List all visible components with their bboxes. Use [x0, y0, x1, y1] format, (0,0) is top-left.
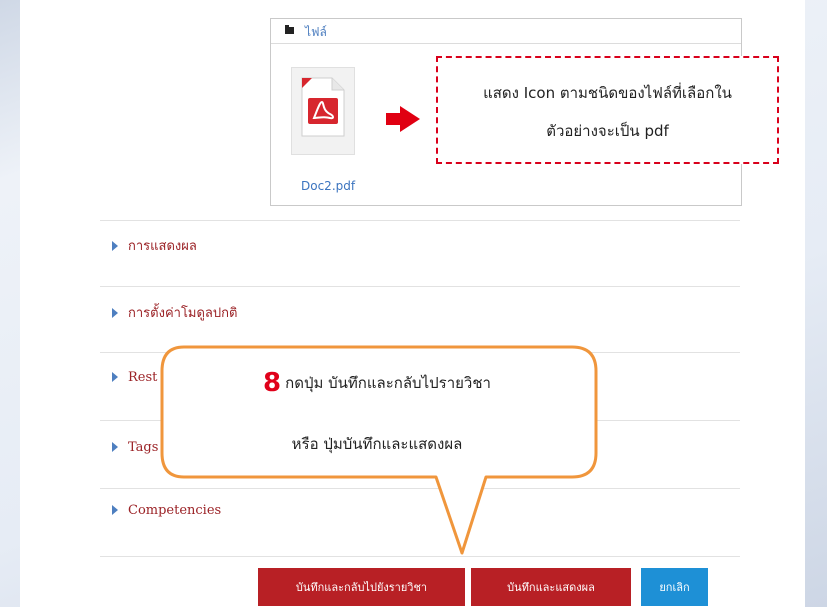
files-header-label[interactable]: ไฟล์ [305, 23, 327, 42]
annotation-line-1: แสดง Icon ตามชนิดของไฟล์ที่เลือกใน [483, 84, 732, 102]
divider [100, 220, 740, 221]
chevron-right-icon [112, 240, 118, 251]
save-and-return-button[interactable]: บันทึกและกลับไปยังรายวิชา [258, 568, 465, 606]
files-header: ไฟล์ [271, 19, 741, 44]
callout-line-1: 8 กดปุ่ม บันทึกและกลับไปรายวิชา [164, 368, 590, 398]
arrow-right-icon [386, 106, 420, 132]
chevron-right-icon [112, 441, 118, 452]
divider [100, 286, 740, 287]
chevron-right-icon [112, 504, 118, 515]
folder-icon [285, 25, 294, 34]
pdf-icon [301, 77, 345, 137]
step-number: 8 [263, 368, 282, 398]
section-common-module-settings[interactable]: การตั้งค่าโมดูลปกติ [112, 302, 237, 323]
callout-line-1-text: กดปุ่ม บันทึกและกลับไปรายวิชา [285, 374, 491, 392]
chevron-right-icon [112, 307, 118, 318]
section-label: การตั้งค่าโมดูลปกติ [128, 306, 238, 321]
section-display[interactable]: การแสดงผล [112, 235, 197, 256]
section-label: Rest [128, 370, 158, 385]
file-name-link[interactable]: Doc2.pdf [301, 179, 355, 193]
cancel-button[interactable]: ยกเลิก [641, 568, 708, 606]
section-tags[interactable]: Tags [112, 440, 158, 455]
file-tile[interactable] [291, 67, 355, 155]
chevron-right-icon [112, 371, 118, 382]
save-and-display-button[interactable]: บันทึกและแสดงผล [471, 568, 631, 606]
callout-line-2: หรือ ปุ่มบันทึกและแสดงผล [291, 435, 463, 453]
section-label: Tags [128, 440, 159, 455]
section-label: การแสดงผล [128, 239, 197, 254]
annotation-box: แสดง Icon ตามชนิดของไฟล์ที่เลือกใน ตัวอย… [436, 56, 779, 164]
annotation-line-2: ตัวอย่างจะเป็น pdf [546, 122, 669, 140]
section-restrict-access[interactable]: Rest [112, 370, 157, 385]
